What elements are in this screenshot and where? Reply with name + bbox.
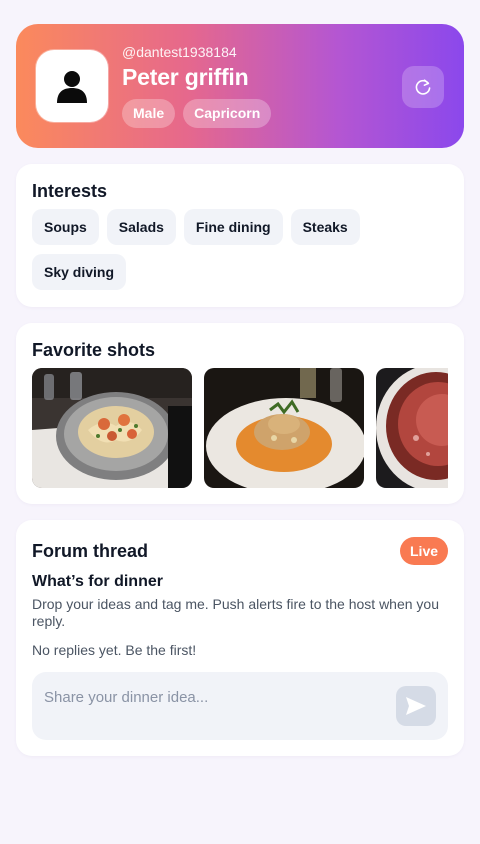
profile-tags: Male Capricorn — [122, 99, 272, 128]
shots-carousel[interactable] — [32, 368, 448, 488]
shrimp-pasta-photo[interactable] — [32, 368, 192, 488]
interest-chips: Soups Salads Fine dining Steaks Sky divi… — [32, 209, 452, 290]
shots-title: Favorite shots — [32, 340, 156, 360]
empty-replies-text: No replies yet. Be the first! — [32, 642, 197, 658]
forum-card: Forum thread Live What’s for dinner Drop… — [16, 520, 464, 756]
interests-card: Interests Soups Salads Fine dining Steak… — [16, 164, 464, 307]
interests-title: Interests — [32, 181, 108, 201]
send-icon — [406, 697, 426, 715]
steak-photo[interactable] — [376, 368, 448, 488]
live-badge: Live — [400, 537, 449, 565]
favorite-shots-card: Favorite shots — [16, 323, 464, 504]
gender-tag: Male — [122, 99, 176, 128]
interest-chip[interactable]: Salads — [106, 209, 176, 245]
refresh-button[interactable] — [402, 66, 444, 108]
reply-box — [32, 672, 448, 740]
zodiac-tag: Capricorn — [183, 99, 272, 128]
send-button[interactable] — [396, 686, 436, 726]
profile-handle: @dantest1938184 — [122, 44, 237, 60]
profile-name: Peter griffin — [122, 64, 249, 90]
fish-risotto-photo[interactable] — [204, 368, 364, 488]
reply-input[interactable] — [44, 686, 384, 708]
interest-chip[interactable]: Sky diving — [32, 254, 127, 290]
refresh-icon — [415, 79, 431, 95]
profile-header: @dantest1938184 Peter griffin Male Capri… — [16, 24, 464, 148]
interest-chip[interactable]: Steaks — [290, 209, 360, 245]
interest-chip[interactable]: Fine dining — [183, 209, 283, 245]
user-icon — [57, 71, 87, 103]
avatar[interactable] — [36, 50, 108, 122]
interest-chip[interactable]: Soups — [32, 209, 99, 245]
forum-title: Forum thread — [32, 541, 149, 561]
thread-description: Drop your ideas and tag me. Push alerts … — [32, 596, 440, 629]
thread-title: What’s for dinner — [32, 573, 163, 590]
